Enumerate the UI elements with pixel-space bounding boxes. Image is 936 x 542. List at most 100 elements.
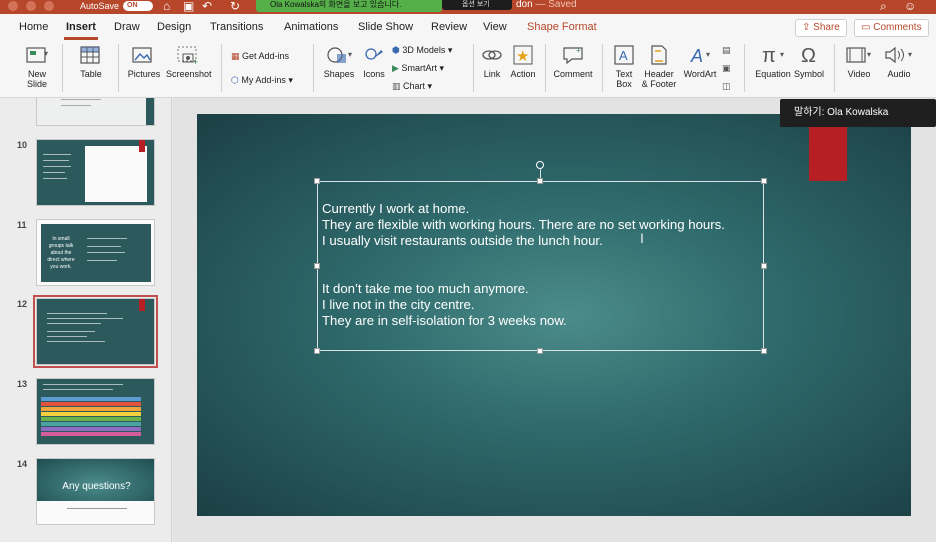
tab-review[interactable]: Review xyxy=(431,21,467,33)
smartart-button[interactable]: ▶ SmartArt ▾ xyxy=(392,62,444,74)
link-icon xyxy=(482,50,502,60)
title-bar: AutoSave ON ⌂ ▣ ↶ ↻ Ola Kowalska의 화면을 보고… xyxy=(0,0,936,14)
table-button[interactable]: Table xyxy=(72,44,110,79)
slide-thumbnail-10[interactable] xyxy=(36,139,155,206)
redo-icon[interactable]: ↻ xyxy=(230,0,240,13)
slide-thumbnail-12[interactable] xyxy=(33,295,158,368)
emoji-icon[interactable]: ☺ xyxy=(904,0,916,13)
svg-text:▾: ▾ xyxy=(867,50,871,59)
resize-handle[interactable] xyxy=(761,263,767,269)
new-slide-button[interactable]: ▾ New Slide xyxy=(20,44,54,89)
ribbon-divider xyxy=(313,44,314,92)
screen-share-banner: Ola Kowalska의 화면을 보고 있습니다. xyxy=(256,0,442,12)
svg-text:▾: ▾ xyxy=(348,50,352,59)
action-button[interactable]: ★ Action xyxy=(508,44,538,79)
object-icon[interactable]: ◫ xyxy=(722,80,731,92)
share-button[interactable]: ⇪ Share xyxy=(795,19,847,37)
store-icon: ▦ xyxy=(231,51,240,61)
comment-icon: + xyxy=(563,46,583,65)
minimize-window-icon[interactable] xyxy=(26,1,36,11)
3d-models-button[interactable]: ⬢ 3D Models ▾ xyxy=(392,44,452,56)
tab-insert[interactable]: Insert xyxy=(66,21,96,33)
svg-text:▾: ▾ xyxy=(780,50,784,59)
screenshot-icon: + xyxy=(177,46,198,66)
omega-icon: Ω xyxy=(801,45,816,66)
pictures-button[interactable]: Pictures xyxy=(126,44,162,79)
ribbon-divider xyxy=(62,44,63,92)
resize-handle[interactable] xyxy=(314,263,320,269)
video-button[interactable]: ▾ Video xyxy=(842,44,876,79)
slide-thumbnail-11-title: In small groups talk about the direct wh… xyxy=(47,236,75,270)
save-icon[interactable]: ▣ xyxy=(183,0,194,13)
link-button[interactable]: Link xyxy=(478,44,506,79)
wordart-button[interactable]: A ▾ WordArt xyxy=(682,44,718,79)
autosave-label: AutoSave xyxy=(80,1,120,11)
chart-icon: ▥ xyxy=(392,81,401,91)
text-box-button[interactable]: A Text Box xyxy=(608,44,640,89)
tab-transitions[interactable]: Transitions xyxy=(210,21,263,33)
home-icon[interactable]: ⌂ xyxy=(163,0,170,13)
slide-editor[interactable]: Currently I work at home. They are flexi… xyxy=(173,98,936,542)
audio-button[interactable]: ▾ Audio xyxy=(880,44,918,79)
slide-thumbnail-9[interactable] xyxy=(36,98,155,126)
video-icon: ▾ xyxy=(846,47,871,63)
rotate-handle-icon[interactable] xyxy=(536,161,544,169)
ribbon-divider xyxy=(221,44,222,92)
chart-button[interactable]: ▥ Chart ▾ xyxy=(392,80,432,92)
equation-icon: π ▾ xyxy=(762,45,784,66)
svg-text:▾: ▾ xyxy=(706,50,710,59)
search-icon[interactable]: ⌕ xyxy=(880,0,887,13)
ribbon-divider xyxy=(118,44,119,92)
slide-body-text[interactable]: Currently I work at home. They are flexi… xyxy=(322,201,725,329)
icons-button[interactable]: Icons xyxy=(360,44,388,79)
tab-home[interactable]: Home xyxy=(19,21,48,33)
svg-text:▾: ▾ xyxy=(44,49,48,58)
tab-animations[interactable]: Animations xyxy=(284,21,338,33)
autosave-toggle[interactable]: ON xyxy=(123,1,153,11)
document-title: don — Saved xyxy=(516,0,577,10)
comment-button[interactable]: + Comment xyxy=(552,44,594,79)
tab-draw[interactable]: Draw xyxy=(114,21,140,33)
resize-handle[interactable] xyxy=(314,348,320,354)
date-time-icon[interactable]: ▤ xyxy=(722,44,731,56)
resize-handle[interactable] xyxy=(761,178,767,184)
shapes-icon: ▾ xyxy=(327,47,352,63)
slide-text-line xyxy=(322,265,725,281)
tab-shape-format[interactable]: Shape Format xyxy=(527,21,597,33)
audio-icon: ▾ xyxy=(885,46,912,64)
addins-icon: ⬡ xyxy=(231,75,239,85)
comments-button[interactable]: ▭ Comments xyxy=(854,19,929,37)
screen-share-options[interactable]: 옵션 보기 xyxy=(442,0,512,10)
screenshot-button[interactable]: + Screenshot xyxy=(166,44,212,79)
tab-design[interactable]: Design xyxy=(157,21,191,33)
icons-icon xyxy=(365,48,383,60)
resize-handle[interactable] xyxy=(761,348,767,354)
undo-icon[interactable]: ↶ xyxy=(202,0,212,13)
ribbon-tabs: Home Insert Draw Design Transitions Anim… xyxy=(0,14,936,40)
my-addins-button[interactable]: ⬡ My Add-ins ▾ xyxy=(231,74,293,86)
current-slide[interactable]: Currently I work at home. They are flexi… xyxy=(197,114,911,516)
header-footer-button[interactable]: Header & Footer xyxy=(640,44,678,89)
get-addins-button[interactable]: ▦ Get Add-ins xyxy=(231,50,289,62)
slide-thumbnail-11[interactable]: In small groups talk about the direct wh… xyxy=(36,219,155,286)
svg-text:π: π xyxy=(762,45,776,66)
header-footer-icon xyxy=(651,45,667,65)
slide-thumbnails-pane[interactable]: 10 11 In small groups talk about the dir… xyxy=(0,98,172,542)
equation-button[interactable]: π ▾ Equation xyxy=(752,44,794,79)
symbol-button[interactable]: Ω Symbol xyxy=(792,44,826,79)
shapes-button[interactable]: ▾ Shapes xyxy=(322,44,356,79)
slide-number-icon[interactable]: ▣ xyxy=(722,62,731,74)
svg-text:A: A xyxy=(690,46,703,66)
zoom-window-icon[interactable] xyxy=(44,1,54,11)
resize-handle[interactable] xyxy=(537,178,543,184)
tab-slide-show[interactable]: Slide Show xyxy=(358,21,413,33)
close-window-icon[interactable] xyxy=(8,1,18,11)
resize-handle[interactable] xyxy=(537,348,543,354)
tab-view[interactable]: View xyxy=(483,21,507,33)
resize-handle[interactable] xyxy=(314,178,320,184)
cube-icon: ⬢ xyxy=(392,45,400,55)
ribbon-divider xyxy=(602,44,603,92)
ribbon-divider xyxy=(473,44,474,92)
slide-thumbnail-14[interactable]: Any questions? xyxy=(36,458,155,525)
slide-thumbnail-13[interactable] xyxy=(36,378,155,445)
